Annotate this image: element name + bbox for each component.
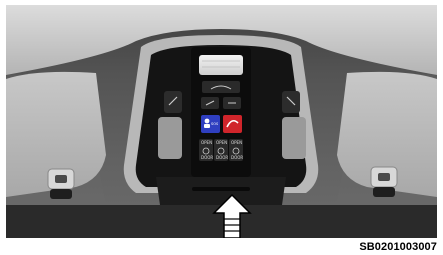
- left-reading-light-button[interactable]: [164, 91, 182, 113]
- overhead-console-photo: SOS OPEN DOOR OPEN DOOR OPEN DOOR: [6, 5, 437, 238]
- open-label: OPEN: [231, 140, 242, 145]
- right-visor-clip: [370, 166, 398, 197]
- right-map-lamp-lens: [282, 117, 306, 159]
- door-label: DOOR: [201, 155, 213, 160]
- overhead-console-illustration: SOS OPEN DOOR OPEN DOOR OPEN DOOR: [6, 5, 437, 238]
- image-reference-code: SB0201003007: [359, 241, 437, 253]
- door-label: DOOR: [231, 155, 243, 160]
- call-button[interactable]: [223, 115, 242, 133]
- left-map-lamp-lens: [158, 117, 182, 159]
- right-reading-light-button[interactable]: [282, 91, 300, 113]
- sos-label: SOS: [211, 122, 219, 126]
- door-label: DOOR: [216, 155, 228, 160]
- sos-button[interactable]: SOS: [201, 115, 220, 133]
- open-label: OPEN: [201, 140, 212, 145]
- dome-lamp: [199, 55, 243, 75]
- sunroof-control-row: [202, 81, 240, 93]
- open-label: OPEN: [216, 140, 227, 145]
- left-visor-clip: [47, 168, 75, 199]
- person-icon: [204, 118, 210, 124]
- door-buttons-row: OPEN DOOR OPEN DOOR OPEN DOOR: [199, 139, 243, 161]
